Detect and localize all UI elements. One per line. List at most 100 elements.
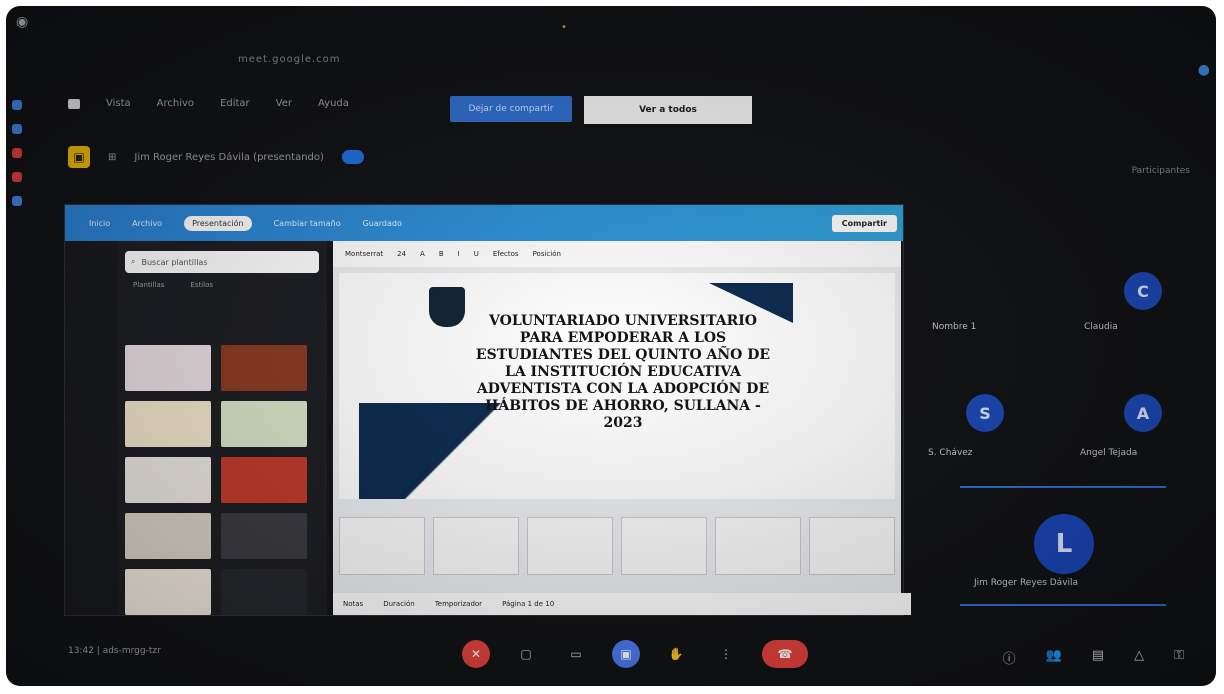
side-controls: ⓘ 👥 ▤ △ ⚿ <box>1003 648 1184 667</box>
raise-hand-icon[interactable]: ✋ <box>662 640 690 668</box>
end-call-button[interactable]: ☎ <box>762 640 808 668</box>
left-rail <box>6 86 28 286</box>
screen-icon: ⊞ <box>108 151 117 163</box>
app-icon: ◉ <box>16 14 29 30</box>
participant-name: S. Chávez <box>928 448 973 458</box>
template-thumb[interactable] <box>221 401 307 447</box>
people-icon[interactable]: 👥 <box>1046 648 1062 667</box>
template-thumb[interactable] <box>125 345 211 391</box>
rail-icon-1[interactable] <box>12 100 22 110</box>
slide-thumb[interactable] <box>809 517 895 575</box>
stop-sharing-button[interactable]: Dejar de compartir <box>450 96 572 122</box>
template-thumb[interactable] <box>221 457 307 503</box>
slide-canvas[interactable]: VOLUNTARIADO UNIVERSITARIO PARA EMPODERA… <box>339 273 895 499</box>
toolbar-item[interactable]: I <box>458 250 460 258</box>
footer-item: Página 1 de 10 <box>502 600 555 608</box>
present-icon[interactable]: ▣ <box>612 640 640 668</box>
rail-icon-3[interactable] <box>12 148 22 158</box>
activities-icon[interactable]: △ <box>1134 648 1144 667</box>
footer-item[interactable]: Temporizador <box>435 600 482 608</box>
canva-tab[interactable]: Inicio <box>89 219 110 228</box>
call-controls: ✕ ▢ ▭ ▣ ✋ ⋮ ☎ <box>462 640 808 668</box>
menu-item[interactable]: Vista <box>106 98 131 109</box>
menu-item[interactable]: Ayuda <box>318 98 349 109</box>
template-thumb[interactable] <box>125 457 211 503</box>
template-thumb[interactable] <box>125 513 211 559</box>
view-all-button[interactable]: Ver a todos <box>584 96 752 124</box>
menu-bar: Vista Archivo Editar Ver Ayuda <box>68 98 349 109</box>
toolbar-item[interactable]: Efectos <box>493 250 519 258</box>
canva-sidebar <box>65 241 117 615</box>
footer-item[interactable]: Duración <box>383 600 415 608</box>
mic-off-icon[interactable]: ✕ <box>462 640 490 668</box>
slide-title[interactable]: VOLUNTARIADO UNIVERSITARIO PARA EMPODERA… <box>473 313 773 432</box>
canva-title-pill[interactable]: Presentación <box>184 215 252 231</box>
window-indicator: • <box>561 22 567 33</box>
slide-thumb[interactable] <box>339 517 425 575</box>
slide-thumb[interactable] <box>433 517 519 575</box>
captions-icon[interactable]: ▭ <box>562 640 590 668</box>
slide-thumb[interactable] <box>527 517 613 575</box>
menu-icon[interactable] <box>68 98 80 109</box>
participant-name: Claudia <box>1084 322 1118 332</box>
profile-icon[interactable]: ● <box>1198 62 1210 78</box>
canva-header: Inicio Archivo Presentación Cambiar tama… <box>65 205 903 241</box>
template-search-input[interactable]: ⌕ Buscar plantillas <box>125 251 319 273</box>
search-placeholder: Buscar plantillas <box>141 257 208 267</box>
presenter-label: Jim Roger Reyes Dávila (presentando) <box>134 151 324 163</box>
participant-avatar: S <box>966 394 1004 432</box>
participant-avatar <box>972 268 1010 306</box>
toolbar-item[interactable]: B <box>439 250 444 258</box>
participants-label[interactable]: Participantes <box>1132 166 1190 176</box>
rail-icon-5[interactable] <box>12 196 22 206</box>
toolbar-item[interactable]: U <box>474 250 479 258</box>
rail-icon-2[interactable] <box>12 124 22 134</box>
editor-footer: Notas Duración Temporizador Página 1 de … <box>333 593 911 615</box>
more-options-icon[interactable]: ⋮ <box>712 640 740 668</box>
template-thumb[interactable] <box>125 569 211 615</box>
canva-share-button[interactable]: Compartir <box>831 214 897 232</box>
window-title: meet.google.com <box>238 54 341 65</box>
panel-tab[interactable]: Estilos <box>190 281 213 289</box>
lock-icon[interactable]: ⚿ <box>1174 648 1184 667</box>
toolbar-item[interactable]: Montserrat <box>345 250 383 258</box>
meet-window: • meet.google.com ◉ ● Vista Archivo Edit… <box>6 6 1216 686</box>
template-thumb[interactable] <box>221 513 307 559</box>
camera-icon[interactable]: ▢ <box>512 640 540 668</box>
speaker-avatar: L <box>1034 514 1094 574</box>
slide-thumb[interactable] <box>621 517 707 575</box>
panel-tabs: Plantillas Estilos <box>117 281 327 289</box>
rail-icon-4[interactable] <box>12 172 22 182</box>
template-grid <box>125 345 309 615</box>
presenter-row: ▣ ⊞ Jim Roger Reyes Dávila (presentando) <box>68 146 364 168</box>
shared-screen: Inicio Archivo Presentación Cambiar tama… <box>64 204 911 616</box>
canva-tab[interactable]: Archivo <box>132 219 162 228</box>
templates-panel: ⌕ Buscar plantillas Plantillas Estilos <box>117 241 327 615</box>
template-thumb[interactable] <box>221 345 307 391</box>
info-icon[interactable]: ⓘ <box>1003 648 1016 667</box>
speaker-name: Jim Roger Reyes Dávila <box>974 578 1079 588</box>
canva-tab[interactable]: Cambiar tamaño <box>274 219 341 228</box>
panel-tab[interactable]: Plantillas <box>133 281 164 289</box>
participant-avatar: A <box>1124 394 1162 432</box>
presenter-chip <box>341 150 364 164</box>
toolbar-item[interactable]: Posición <box>533 250 561 258</box>
template-thumb[interactable] <box>125 401 211 447</box>
menu-item[interactable]: Ver <box>276 98 292 109</box>
search-icon: ⌕ <box>131 257 136 266</box>
footer-item[interactable]: Notas <box>343 600 363 608</box>
meeting-time-code: 13:42 | ads-mrgg-tzr <box>68 646 161 656</box>
participant-avatar: C <box>1124 272 1162 310</box>
toolbar-item[interactable]: A <box>420 250 425 258</box>
participant-name: Angel Tejada <box>1080 448 1138 458</box>
chat-icon[interactable]: ▤ <box>1092 648 1104 667</box>
text-toolbar: Montserrat 24 A B I U Efectos Posición <box>333 241 901 267</box>
canva-tab[interactable]: Guardado <box>363 219 402 228</box>
slide-thumb[interactable] <box>715 517 801 575</box>
university-logo <box>429 287 465 327</box>
toolbar-item[interactable]: 24 <box>397 250 406 258</box>
presentation-icon: ▣ <box>68 146 90 168</box>
template-thumb[interactable] <box>221 569 307 615</box>
menu-item[interactable]: Archivo <box>157 98 194 109</box>
menu-item[interactable]: Editar <box>220 98 250 109</box>
